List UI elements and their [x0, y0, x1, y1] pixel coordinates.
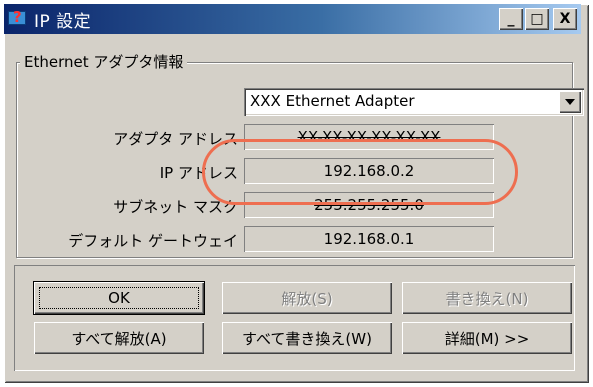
release-button[interactable]: 解放(S) — [222, 282, 392, 314]
renew-all-button[interactable]: すべて書き換え(W) — [222, 322, 392, 354]
close-button[interactable]: X — [553, 8, 577, 30]
default-gateway-value: 192.168.0.1 — [323, 230, 415, 248]
adapter-address-value: XX-XX-XX-XX-XX-XX — [297, 128, 441, 146]
ip-address-field: 192.168.0.2 — [244, 158, 494, 184]
release-all-button-label: すべて解放(A) — [71, 329, 167, 348]
default-gateway-field: 192.168.0.1 — [244, 226, 494, 252]
dropdown-arrow-button[interactable] — [559, 91, 581, 113]
ip-address-value: 192.168.0.2 — [323, 162, 415, 180]
renew-button[interactable]: 書き換え(N) — [402, 282, 572, 314]
default-gateway-label: デフォルト ゲートウェイ — [68, 232, 238, 250]
subnet-mask-label: サブネット マスク — [113, 198, 238, 216]
minimize-button[interactable]: _ — [499, 8, 523, 30]
renew-all-button-label: すべて書き換え(W) — [242, 329, 372, 348]
release-all-button[interactable]: すべて解放(A) — [34, 322, 204, 354]
title-bar[interactable]: ? IP 設定 _ □ X — [4, 4, 581, 34]
button-panel — [14, 265, 575, 371]
details-button[interactable]: 詳細(M) >> — [402, 322, 572, 354]
group-label: Ethernet アダプタ情報 — [20, 51, 188, 72]
adapter-address-label: アダプタ アドレス — [113, 130, 238, 148]
renew-button-label: 書き換え(N) — [445, 289, 529, 308]
subnet-mask-field: 255.255.255.0 — [244, 192, 494, 218]
adapter-address-field: XX-XX-XX-XX-XX-XX — [244, 124, 494, 150]
focus-rectangle — [39, 287, 199, 309]
network-help-icon: ? — [8, 8, 28, 29]
chevron-down-icon — [565, 99, 575, 105]
adapter-dropdown[interactable]: XXX Ethernet Adapter — [244, 88, 584, 116]
details-button-label: 詳細(M) >> — [444, 329, 530, 348]
subnet-mask-value: 255.255.255.0 — [314, 196, 424, 214]
adapter-dropdown-value: XXX Ethernet Adapter — [250, 92, 415, 110]
window-title: IP 設定 — [34, 11, 92, 32]
maximize-button[interactable]: □ — [525, 8, 549, 30]
release-button-label: 解放(S) — [281, 289, 333, 308]
ip-address-label: IP アドレス — [159, 164, 238, 182]
ok-button[interactable]: OK — [34, 282, 204, 314]
